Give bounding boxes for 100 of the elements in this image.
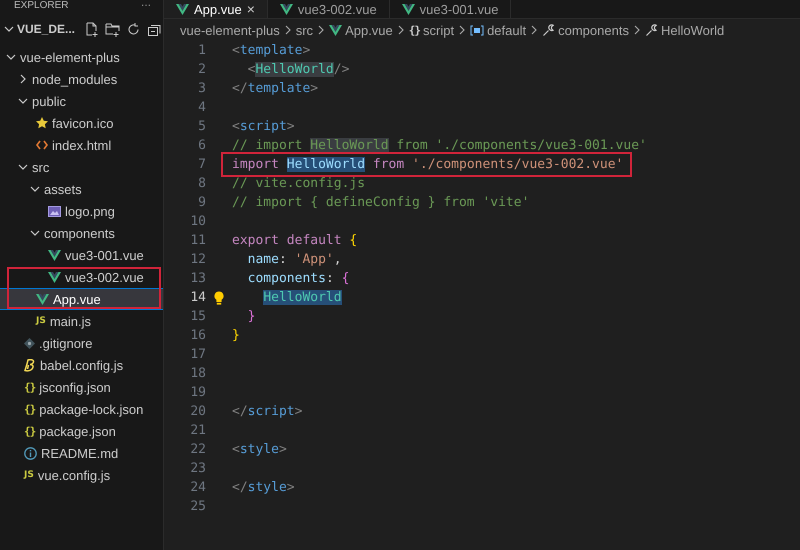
line-number: 12 (189, 251, 206, 269)
chevron-down-icon[interactable] (4, 24, 14, 34)
new-file-icon[interactable] (84, 22, 100, 36)
new-folder-icon[interactable] (105, 22, 120, 36)
line-number: 10 (189, 213, 206, 231)
file-name[interactable]: vue3-002.vue (65, 270, 144, 284)
code-line: // import { defineConfig } from 'vite' (232, 194, 530, 212)
line-number: 19 (189, 384, 206, 402)
breadcrumb-item[interactable]: src (296, 22, 314, 38)
line-number: 24 (189, 479, 206, 497)
star-icon (36, 117, 48, 129)
chevron-right-icon (458, 25, 466, 35)
folder-name[interactable]: assets (44, 182, 82, 196)
code-line: <template> (232, 42, 312, 60)
curly-braces-icon: {} (24, 402, 36, 416)
file-name[interactable]: README.md (41, 446, 118, 460)
file-name[interactable]: main.js (50, 314, 92, 328)
code-line: </script> (232, 403, 304, 421)
code-line: <script> (232, 118, 296, 136)
js-icon: JS (24, 470, 34, 480)
file-name[interactable]: babel.config.js (40, 358, 124, 372)
line-number: 11 (189, 232, 206, 250)
file-name[interactable]: index.html (52, 138, 112, 152)
file-name[interactable]: logo.png (65, 204, 115, 218)
babel-icon (24, 358, 36, 372)
vue-logo-icon (280, 4, 293, 14)
line-number: 16 (189, 327, 206, 345)
code-line: // import HelloWorld from './components/vue3-001.vue' (232, 137, 648, 155)
folder-name[interactable]: public (32, 94, 66, 108)
file-name[interactable]: package-lock.json (39, 402, 144, 416)
chevron-down-icon[interactable] (30, 228, 40, 238)
curly-braces-icon: {} (24, 424, 36, 438)
line-number: 1 (197, 42, 206, 60)
info-icon (24, 446, 37, 460)
editor-tab[interactable]: App.vue × (164, 0, 268, 18)
workspace-title[interactable]: VUE_DE... (17, 22, 76, 36)
chevron-right-icon (317, 25, 326, 35)
line-number: 20 (189, 403, 206, 421)
vue-logo-icon (329, 24, 342, 36)
line-number: 6 (197, 137, 206, 155)
line-number: 4 (197, 99, 206, 117)
line-number: 13 (189, 270, 206, 288)
code-line: name: 'App', (246, 251, 343, 269)
breadcrumb-item[interactable]: HelloWorld (644, 22, 724, 38)
more-actions[interactable]: ··· (141, 0, 151, 12)
chevron-right-icon (284, 25, 292, 35)
folder-name[interactable]: components (44, 226, 115, 240)
line-number: 9 (197, 194, 206, 212)
vue-logo-icon (36, 294, 49, 304)
vue-logo-icon (48, 272, 61, 282)
line-number: 5 (197, 118, 206, 136)
wrench-icon (542, 24, 556, 36)
chevron-right-icon[interactable] (18, 74, 28, 84)
file-name[interactable]: vue.config.js (38, 468, 110, 482)
file-name[interactable]: favicon.ico (52, 116, 114, 130)
line-number: 18 (189, 365, 206, 383)
close-icon[interactable]: × (246, 1, 255, 17)
code-line: <style> (232, 441, 288, 459)
chevron-down-icon[interactable] (6, 52, 16, 62)
file-name[interactable]: .gitignore (39, 336, 92, 350)
line-number: 7 (197, 156, 206, 174)
file-name[interactable]: jsconfig.json (39, 380, 111, 394)
code-line: export default { (232, 232, 358, 250)
code-line: </style> (232, 479, 296, 497)
code-line: import HelloWorld from './components/vue3-002.vue' (224, 155, 630, 174)
vue-logo-icon (176, 4, 189, 14)
module-icon (470, 24, 484, 36)
curly-braces-icon: {} (408, 24, 420, 36)
file-name[interactable]: package.json (39, 424, 116, 438)
refresh-icon[interactable] (126, 22, 142, 36)
code-line: </template> (232, 80, 320, 98)
folder-name[interactable]: vue-element-plus (20, 50, 120, 64)
breadcrumb-item[interactable]: App.vue (329, 22, 393, 38)
chevron-down-icon[interactable] (18, 162, 28, 172)
lightbulb-icon[interactable] (214, 290, 224, 304)
code-line: // vite.config.js (232, 175, 366, 193)
explorer-title: EXPLORER (14, 0, 68, 12)
code-line: components: { (246, 270, 350, 288)
chevron-down-icon[interactable] (30, 184, 40, 194)
folder-name[interactable]: src (32, 160, 50, 174)
vue-logo-icon (402, 4, 415, 14)
line-number: 22 (189, 441, 206, 459)
chevron-right-icon (632, 25, 641, 35)
line-number: 25 (189, 498, 206, 516)
breadcrumb-item[interactable]: default (470, 22, 526, 38)
breadcrumb-item[interactable]: vue-element-plus (180, 22, 280, 38)
chevron-down-icon[interactable] (18, 96, 28, 106)
code-line: } (246, 308, 256, 326)
breadcrumb-item[interactable]: {} script (408, 22, 454, 38)
chevron-right-icon (530, 25, 538, 35)
curly-braces-icon: {} (24, 380, 36, 394)
vue-logo-icon (48, 250, 61, 260)
wrench-icon (644, 24, 658, 36)
file-name[interactable]: vue3-001.vue (65, 248, 144, 262)
line-number: 15 (189, 308, 206, 326)
folder-name[interactable]: node_modules (32, 72, 118, 86)
line-number: 23 (189, 460, 206, 478)
code-line: <HelloWorld/> (246, 61, 350, 79)
breadcrumb-item[interactable]: components (542, 22, 629, 38)
angle-brackets-icon (36, 140, 48, 150)
